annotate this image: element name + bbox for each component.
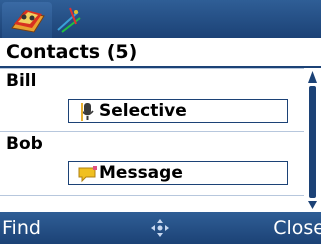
message-icon	[78, 166, 97, 183]
microphone-icon	[81, 103, 94, 121]
page-title: Contacts (5)	[6, 41, 138, 63]
tab-presence[interactable]	[52, 2, 88, 38]
scrollbar[interactable]	[304, 68, 321, 212]
status-label: Selective	[99, 101, 187, 121]
presence-signal-icon	[57, 7, 81, 33]
contact-name: Bill	[6, 71, 37, 91]
contact-list: Bill Selective Bob Message	[0, 68, 304, 212]
tab-bar	[0, 0, 321, 38]
divider	[0, 195, 304, 196]
navigation-pad-icon[interactable]	[150, 218, 170, 238]
tab-contacts[interactable]	[2, 2, 52, 38]
scroll-up-arrow-icon[interactable]	[307, 70, 318, 84]
contact-row-bill[interactable]: Bill Selective	[0, 69, 304, 131]
find-softkey[interactable]: Find	[2, 217, 41, 239]
softkey-bar: Find Close	[0, 212, 321, 244]
contact-row-bob[interactable]: Bob Message	[0, 132, 304, 194]
contacts-header: Contacts (5)	[0, 38, 321, 68]
status-field[interactable]: Message	[68, 161, 288, 185]
close-softkey[interactable]: Close	[273, 217, 321, 239]
contacts-book-icon	[11, 10, 45, 33]
status-label: Message	[99, 163, 183, 183]
status-field[interactable]: Selective	[68, 99, 288, 123]
scroll-down-arrow-icon[interactable]	[307, 200, 318, 210]
scroll-thumb[interactable]	[309, 86, 316, 198]
contact-name: Bob	[6, 134, 43, 154]
